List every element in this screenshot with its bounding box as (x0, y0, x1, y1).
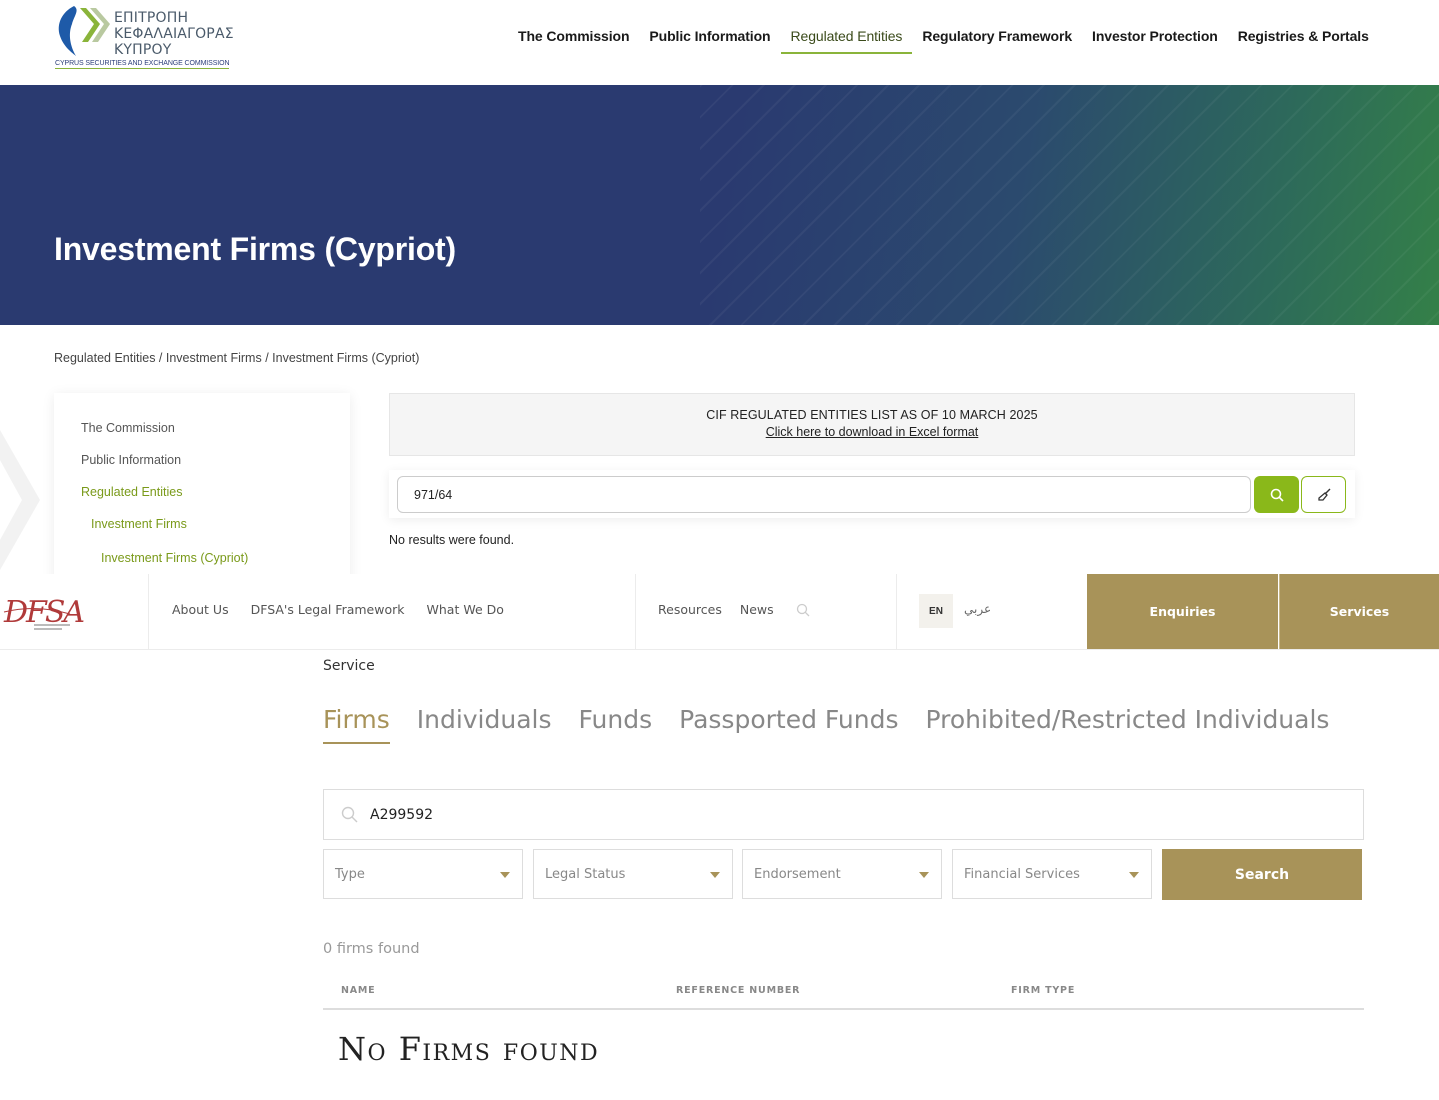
search-icon (1270, 488, 1284, 502)
logo-greek-line: ΕΠΙΤΡΟΠΗ (114, 10, 189, 26)
tab-firms[interactable]: Firms (323, 705, 390, 744)
dfsa-header: DFSA About Us DFSA's Legal Framework Wha… (0, 574, 1439, 650)
nav-regulated-entities[interactable]: Regulated Entities (780, 24, 913, 54)
breadcrumb[interactable]: Regulated Entities / Investment Firms / … (54, 351, 419, 365)
nav-investor-protection[interactable]: Investor Protection (1082, 24, 1228, 54)
dfsa-search-input[interactable] (370, 802, 1330, 828)
cysec-logo-mark-icon (58, 6, 110, 56)
lang-ar-link[interactable]: عربي (964, 602, 991, 616)
sidebar-menu: The Commission Public Information Regula… (54, 393, 350, 574)
cysec-search-button[interactable] (1254, 476, 1299, 513)
column-reference-number[interactable]: REFERENCE NUMBER (676, 985, 800, 996)
filter-label: Type (335, 867, 365, 882)
notice-title: CIF REGULATED ENTITIES LIST AS OF 10 MAR… (706, 408, 1038, 422)
sidebar-item-regulated-entities[interactable]: Regulated Entities (81, 484, 350, 516)
nav-the-commission[interactable]: The Commission (508, 24, 639, 54)
chevron-down-icon (500, 872, 510, 878)
search-icon (341, 806, 358, 823)
cysec-main-nav: The Commission Public Information Regula… (508, 24, 1379, 54)
filter-financial-services-select[interactable]: Financial Services (952, 849, 1152, 899)
dfsa-search-field (323, 789, 1364, 840)
tab-individuals[interactable]: Individuals (417, 705, 552, 744)
header-divider (896, 574, 897, 650)
nav-regulatory-framework[interactable]: Regulatory Framework (912, 24, 1082, 54)
download-excel-link[interactable]: Click here to download in Excel format (766, 425, 979, 439)
search-icon[interactable] (796, 603, 810, 617)
results-count: 0 firms found (323, 941, 420, 957)
chevron-down-icon (919, 872, 929, 878)
sidebar-item-investment-firms-cypriot[interactable]: Investment Firms (Cypriot) (101, 550, 350, 574)
filter-type-select[interactable]: Type (323, 849, 523, 899)
sidebar-item-investment-firms[interactable]: Investment Firms (91, 516, 350, 550)
nav-news[interactable]: News (740, 602, 774, 617)
results-table-header: NAME REFERENCE NUMBER FIRM TYPE (323, 976, 1364, 1010)
tab-funds[interactable]: Funds (579, 705, 653, 744)
sidebar-item-public-information[interactable]: Public Information (81, 452, 350, 484)
no-firms-message: No Firms found (338, 1030, 600, 1068)
column-name[interactable]: NAME (341, 985, 375, 996)
services-button[interactable]: Services (1279, 574, 1439, 649)
tab-prohibited-individuals[interactable]: Prohibited/Restricted Individuals (926, 705, 1330, 744)
dfsa-page: DFSA About Us DFSA's Legal Framework Wha… (0, 574, 1439, 1100)
cysec-clear-button[interactable] (1301, 476, 1346, 513)
cysec-header: ΕΠΙΤΡΟΠΗ ΚΕΦΑΛΑΙΑΓΟΡΑΣ ΚΥΠΡΟΥ CYPRUS SEC… (0, 0, 1439, 85)
chevron-down-icon (1129, 872, 1139, 878)
nav-legal-framework[interactable]: DFSA's Legal Framework (251, 602, 405, 617)
column-firm-type[interactable]: FIRM TYPE (1011, 985, 1075, 996)
filter-label: Endorsement (754, 867, 841, 882)
logo-greek-line: ΚΕΦΑΛΑΙΑΓΟΡΑΣ (114, 26, 234, 42)
lang-en-button[interactable]: EN (919, 594, 953, 628)
cysec-search-bar (389, 470, 1355, 518)
nav-registries-portals[interactable]: Registries & Portals (1228, 24, 1379, 54)
enquiries-button[interactable]: Enquiries (1087, 574, 1278, 649)
nav-resources[interactable]: Resources (658, 602, 722, 617)
decorative-chevron-icon (0, 430, 40, 570)
cysec-logo-greek: ΕΠΙΤΡΟΠΗ ΚΕΦΑΛΑΙΑΓΟΡΑΣ ΚΥΠΡΟΥ (114, 10, 234, 58)
filter-label: Financial Services (964, 867, 1080, 882)
dfsa-search-button[interactable]: Search (1162, 849, 1362, 900)
header-divider (635, 574, 636, 650)
nav-public-information[interactable]: Public Information (639, 24, 780, 54)
logo-greek-line: ΚΥΠΡΟΥ (114, 42, 172, 58)
filter-legal-status-select[interactable]: Legal Status (533, 849, 733, 899)
cysec-search-input[interactable] (397, 476, 1251, 513)
dfsa-logo-mark-icon: DFSA (3, 595, 86, 630)
nav-what-we-do[interactable]: What We Do (427, 602, 504, 617)
broom-icon (1317, 488, 1330, 501)
dfsa-primary-nav: About Us DFSA's Legal Framework What We … (172, 602, 504, 617)
cysec-logo-english: CYPRUS SECURITIES AND EXCHANGE COMMISSIO… (55, 60, 230, 69)
cysec-logo[interactable]: ΕΠΙΤΡΟΠΗ ΚΕΦΑΛΑΙΑΓΟΡΑΣ ΚΥΠΡΟΥ CYPRUS SEC… (54, 4, 254, 74)
dfsa-logo[interactable]: DFSA (0, 574, 149, 650)
filter-endorsement-select[interactable]: Endorsement (742, 849, 942, 899)
cysec-no-results: No results were found. (389, 533, 515, 547)
hero-banner: Investment Firms (Cypriot) (0, 85, 1439, 325)
entities-list-notice: CIF REGULATED ENTITIES LIST AS OF 10 MAR… (389, 393, 1355, 456)
filter-label: Legal Status (545, 867, 626, 882)
page-title: Investment Firms (Cypriot) (54, 231, 456, 267)
cysec-page: ΕΠΙΤΡΟΠΗ ΚΕΦΑΛΑΙΑΓΟΡΑΣ ΚΥΠΡΟΥ CYPRUS SEC… (0, 0, 1439, 574)
nav-about-us[interactable]: About Us (172, 602, 229, 617)
register-tabs: Firms Individuals Funds Passported Funds… (323, 705, 1329, 744)
hero-stripes (700, 85, 1439, 325)
breadcrumb[interactable]: Service (323, 658, 375, 674)
chevron-down-icon (710, 872, 720, 878)
sidebar-item-the-commission[interactable]: The Commission (81, 420, 350, 452)
tab-passported-funds[interactable]: Passported Funds (679, 705, 898, 744)
dfsa-secondary-nav: Resources News (658, 602, 810, 617)
